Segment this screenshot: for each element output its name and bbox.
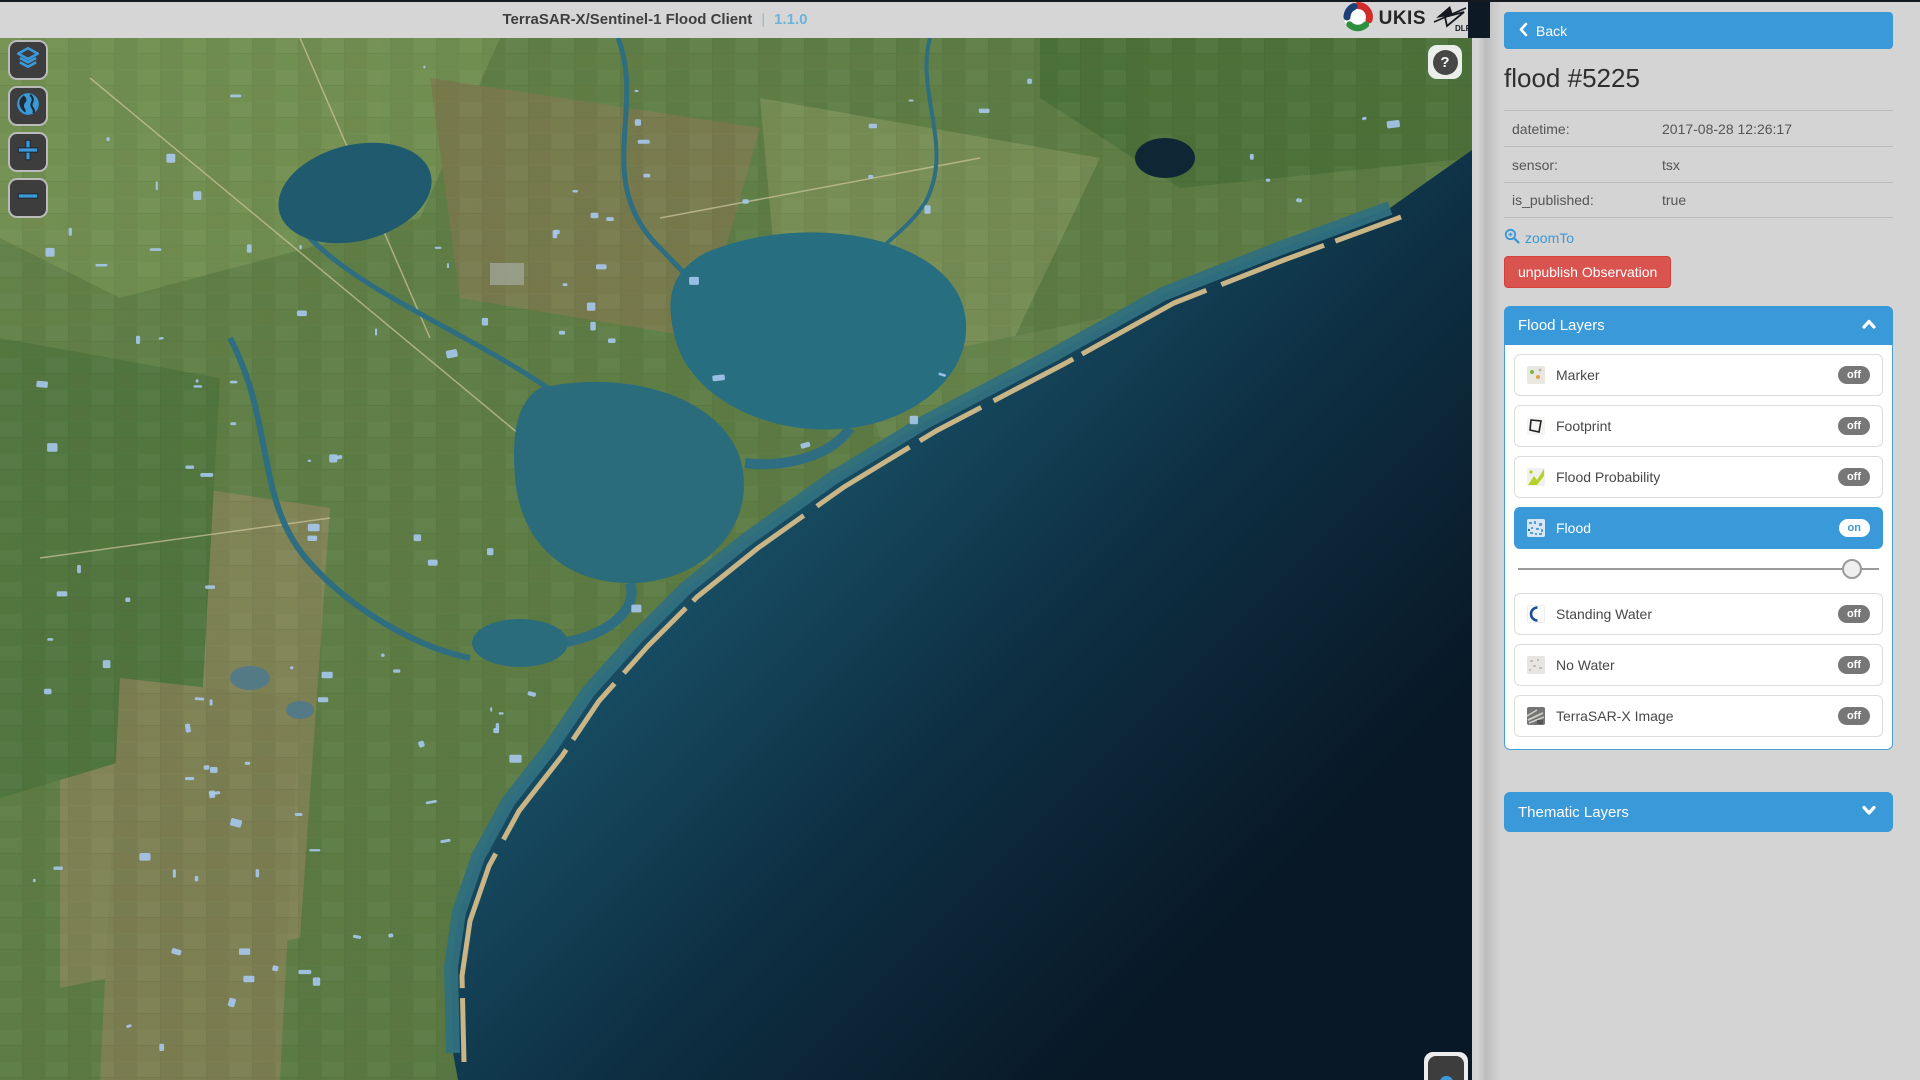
marker-thumbnail-icon xyxy=(1527,366,1545,384)
zoom-in-icon xyxy=(15,137,41,168)
sidebar-scrollbar[interactable] xyxy=(1478,0,1500,1080)
header-map-divider xyxy=(1468,0,1490,38)
property-value: 2017-08-28 12:26:17 xyxy=(1662,121,1893,137)
layer-item-flood[interactable]: Floodon xyxy=(1514,507,1883,549)
layer-toggle-badge[interactable]: off xyxy=(1838,707,1870,725)
thematic-layers-header[interactable]: Thematic Layers xyxy=(1504,792,1893,832)
detail-sidebar: Back flood #5225 datetime:2017-08-28 12:… xyxy=(1472,0,1920,1080)
property-value: true xyxy=(1662,192,1893,208)
property-row: sensor:tsx xyxy=(1504,146,1893,182)
zoom-in-button[interactable] xyxy=(8,132,48,172)
property-label: sensor: xyxy=(1504,157,1662,173)
property-label: is_published: xyxy=(1504,192,1662,208)
property-row: datetime:2017-08-28 12:26:17 xyxy=(1504,110,1893,146)
layer-item-flood-probability[interactable]: Flood Probabilityoff xyxy=(1514,456,1883,498)
layer-item-footprint[interactable]: Footprintoff xyxy=(1514,405,1883,447)
app-header: TerraSAR-X/Sentinel-1 Flood Client | 1.1… xyxy=(0,0,1472,38)
svg-text:DLR: DLR xyxy=(1455,24,1468,32)
app-title: TerraSAR-X/Sentinel-1 Flood Client xyxy=(502,11,752,28)
dlr-logo-icon: DLR xyxy=(1432,1,1468,37)
layers-button[interactable] xyxy=(8,40,48,80)
unpublish-observation-button[interactable]: unpublish Observation xyxy=(1504,256,1671,288)
globe-button[interactable] xyxy=(8,86,48,126)
standing-water-thumbnail-icon xyxy=(1527,605,1545,623)
flood-layers-list: MarkeroffFootprintoffFlood Probabilityof… xyxy=(1504,345,1893,750)
attribution-button[interactable] xyxy=(1424,1052,1468,1080)
zoomto-label: zoomTo xyxy=(1525,230,1574,246)
footprint-thumbnail-icon xyxy=(1527,417,1545,435)
layer-name: Flood xyxy=(1556,520,1839,536)
globe-icon xyxy=(15,91,41,122)
layer-name: Standing Water xyxy=(1556,606,1838,622)
terrasar-x-thumbnail-icon xyxy=(1527,707,1545,725)
layer-toggle-badge[interactable]: off xyxy=(1838,417,1870,435)
layer-opacity-slider-row xyxy=(1514,555,1883,586)
zoom-magnifier-icon xyxy=(1504,228,1520,247)
ukis-logo-icon xyxy=(1343,2,1373,37)
flood-probability-thumbnail-icon xyxy=(1527,468,1545,486)
property-row: is_published:true xyxy=(1504,182,1893,218)
layer-name: No Water xyxy=(1556,657,1838,673)
chevron-up-icon xyxy=(1859,316,1879,336)
help-button[interactable]: ? xyxy=(1428,45,1462,79)
property-label: datetime: xyxy=(1504,121,1662,137)
layer-item-no-water[interactable]: No Wateroff xyxy=(1514,644,1883,686)
question-mark-icon: ? xyxy=(1433,50,1458,75)
ukis-logo-text: UKIS xyxy=(1379,8,1426,30)
layer-name: Footprint xyxy=(1556,418,1838,434)
zoom-out-icon xyxy=(15,183,41,214)
page-title: flood #5225 xyxy=(1504,63,1640,94)
thematic-layers-title: Thematic Layers xyxy=(1518,804,1859,821)
chevron-left-icon xyxy=(1518,22,1528,40)
zoom-out-button[interactable] xyxy=(8,178,48,218)
layer-name: TerraSAR-X Image xyxy=(1556,708,1838,724)
layer-item-marker[interactable]: Markeroff xyxy=(1514,354,1883,396)
thematic-layers-panel: Thematic Layers xyxy=(1504,792,1893,832)
layers-icon xyxy=(15,45,41,76)
back-button-label: Back xyxy=(1536,23,1567,39)
flood-layers-header[interactable]: Flood Layers xyxy=(1504,306,1893,345)
properties-table: datetime:2017-08-28 12:26:17sensor:tsxis… xyxy=(1504,110,1893,218)
layer-toggle-badge[interactable]: off xyxy=(1838,605,1870,623)
flood-layers-panel: Flood Layers MarkeroffFootprintoffFlood … xyxy=(1504,306,1893,750)
layer-name: Marker xyxy=(1556,367,1838,383)
map-imagery xyxy=(0,38,1472,1080)
no-water-thumbnail-icon xyxy=(1527,656,1545,674)
property-value: tsx xyxy=(1662,157,1893,173)
zoomto-link[interactable]: zoomTo xyxy=(1504,228,1574,247)
flood-opacity-slider[interactable] xyxy=(1518,557,1879,581)
app-version: 1.1.0 xyxy=(774,11,807,28)
flood-thumbnail-icon xyxy=(1527,519,1545,537)
layer-toggle-badge[interactable]: on xyxy=(1839,519,1870,537)
layer-toggle-badge[interactable]: off xyxy=(1838,366,1870,384)
info-icon xyxy=(1428,1056,1464,1080)
layer-toggle-badge[interactable]: off xyxy=(1838,656,1870,674)
window-top-border xyxy=(0,0,1920,2)
title-separator: | xyxy=(761,11,765,28)
chevron-down-icon xyxy=(1859,802,1879,822)
layer-toggle-badge[interactable]: off xyxy=(1838,468,1870,486)
layer-item-standing-water[interactable]: Standing Wateroff xyxy=(1514,593,1883,635)
map-viewport[interactable] xyxy=(0,38,1472,1080)
layer-name: Flood Probability xyxy=(1556,469,1838,485)
back-button[interactable]: Back xyxy=(1504,12,1893,49)
layer-item-terrasar-x-image[interactable]: TerraSAR-X Imageoff xyxy=(1514,695,1883,737)
flood-layers-title: Flood Layers xyxy=(1518,317,1859,334)
